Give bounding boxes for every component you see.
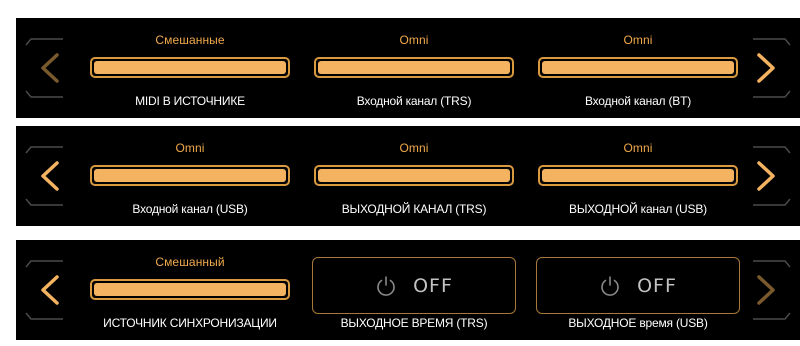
next-page-button[interactable] [740, 126, 800, 226]
output-clock-trs-control: OFF ВЫХОДНОЕ ВРЕМЯ (TRS) [312, 240, 516, 340]
output-channel-usb-label: ВЫХОДНОЙ канал (USB) [569, 202, 707, 216]
midi-source-value: Смешанные [155, 33, 225, 47]
input-channel-usb-control[interactable]: Omni Входной канал (USB) [90, 126, 290, 226]
power-icon [377, 275, 395, 296]
input-channel-usb-bar[interactable] [90, 165, 290, 186]
midi-source-bar[interactable] [90, 57, 290, 78]
sync-source-control[interactable]: Смешанный ИСТОЧНИК СИНХРОНИЗАЦИИ [90, 240, 290, 340]
output-clock-trs-toggle[interactable]: OFF [312, 257, 516, 314]
output-channel-usb-control[interactable]: Omni ВЫХОДНОЙ канал (USB) [538, 126, 738, 226]
output-channel-trs-label: ВЫХОДНОЙ КАНАЛ (TRS) [341, 202, 487, 216]
midi-settings-panel-3: Смешанный ИСТОЧНИК СИНХРОНИЗАЦИИ OFF ВЫХ… [16, 240, 800, 340]
input-channel-bt-value: Omni [623, 33, 653, 47]
chevron-left-icon [25, 260, 63, 320]
chevron-left-icon [25, 146, 63, 206]
chevron-right-icon [753, 260, 791, 320]
input-channel-bt-control[interactable]: Omni Входной канал (BT) [538, 18, 738, 118]
chevron-left-icon [25, 38, 63, 98]
input-channel-bt-label: Входной канал (BT) [584, 94, 692, 108]
output-channel-usb-bar[interactable] [538, 165, 738, 186]
next-page-button[interactable] [740, 240, 800, 340]
output-clock-usb-toggle[interactable]: OFF [536, 257, 740, 314]
sync-source-bar[interactable] [90, 279, 290, 300]
output-channel-trs-control[interactable]: Omni ВЫХОДНОЙ КАНАЛ (TRS) [314, 126, 514, 226]
chevron-right-icon [753, 38, 791, 98]
output-clock-trs-state: OFF [413, 274, 453, 297]
input-channel-trs-value: Omni [399, 33, 429, 47]
input-channel-usb-value: Omni [175, 141, 205, 155]
output-clock-usb-state: OFF [637, 274, 677, 297]
power-icon [601, 275, 619, 296]
midi-settings-panel-2: Omni Входной канал (USB) Omni ВЫХОДНОЙ К… [16, 126, 800, 226]
output-clock-trs-label: ВЫХОДНОЕ ВРЕМЯ (TRS) [340, 316, 488, 330]
input-channel-bt-bar[interactable] [538, 57, 738, 78]
output-clock-usb-control: OFF ВЫХОДНОЕ время (USB) [536, 240, 740, 340]
chevron-right-icon [753, 146, 791, 206]
next-page-button[interactable] [740, 18, 800, 118]
sync-source-label: ИСТОЧНИК СИНХРОНИЗАЦИИ [103, 316, 277, 330]
midi-source-label: MIDI В ИСТОЧНИКЕ [135, 94, 245, 108]
output-channel-trs-bar[interactable] [314, 165, 514, 186]
midi-settings-panel-1: Смешанные MIDI В ИСТОЧНИКЕ Omni Входной … [16, 18, 800, 118]
midi-source-control[interactable]: Смешанные MIDI В ИСТОЧНИКЕ [90, 18, 290, 118]
input-channel-usb-label: Входной канал (USB) [132, 202, 248, 216]
output-clock-usb-label: ВЫХОДНОЕ время (USB) [568, 316, 708, 330]
sync-source-value: Смешанный [155, 255, 225, 269]
input-channel-trs-bar[interactable] [314, 57, 514, 78]
input-channel-trs-label: Входной канал (TRS) [356, 94, 472, 108]
output-channel-trs-value: Omni [399, 141, 429, 155]
output-channel-usb-value: Omni [623, 141, 653, 155]
input-channel-trs-control[interactable]: Omni Входной канал (TRS) [314, 18, 514, 118]
